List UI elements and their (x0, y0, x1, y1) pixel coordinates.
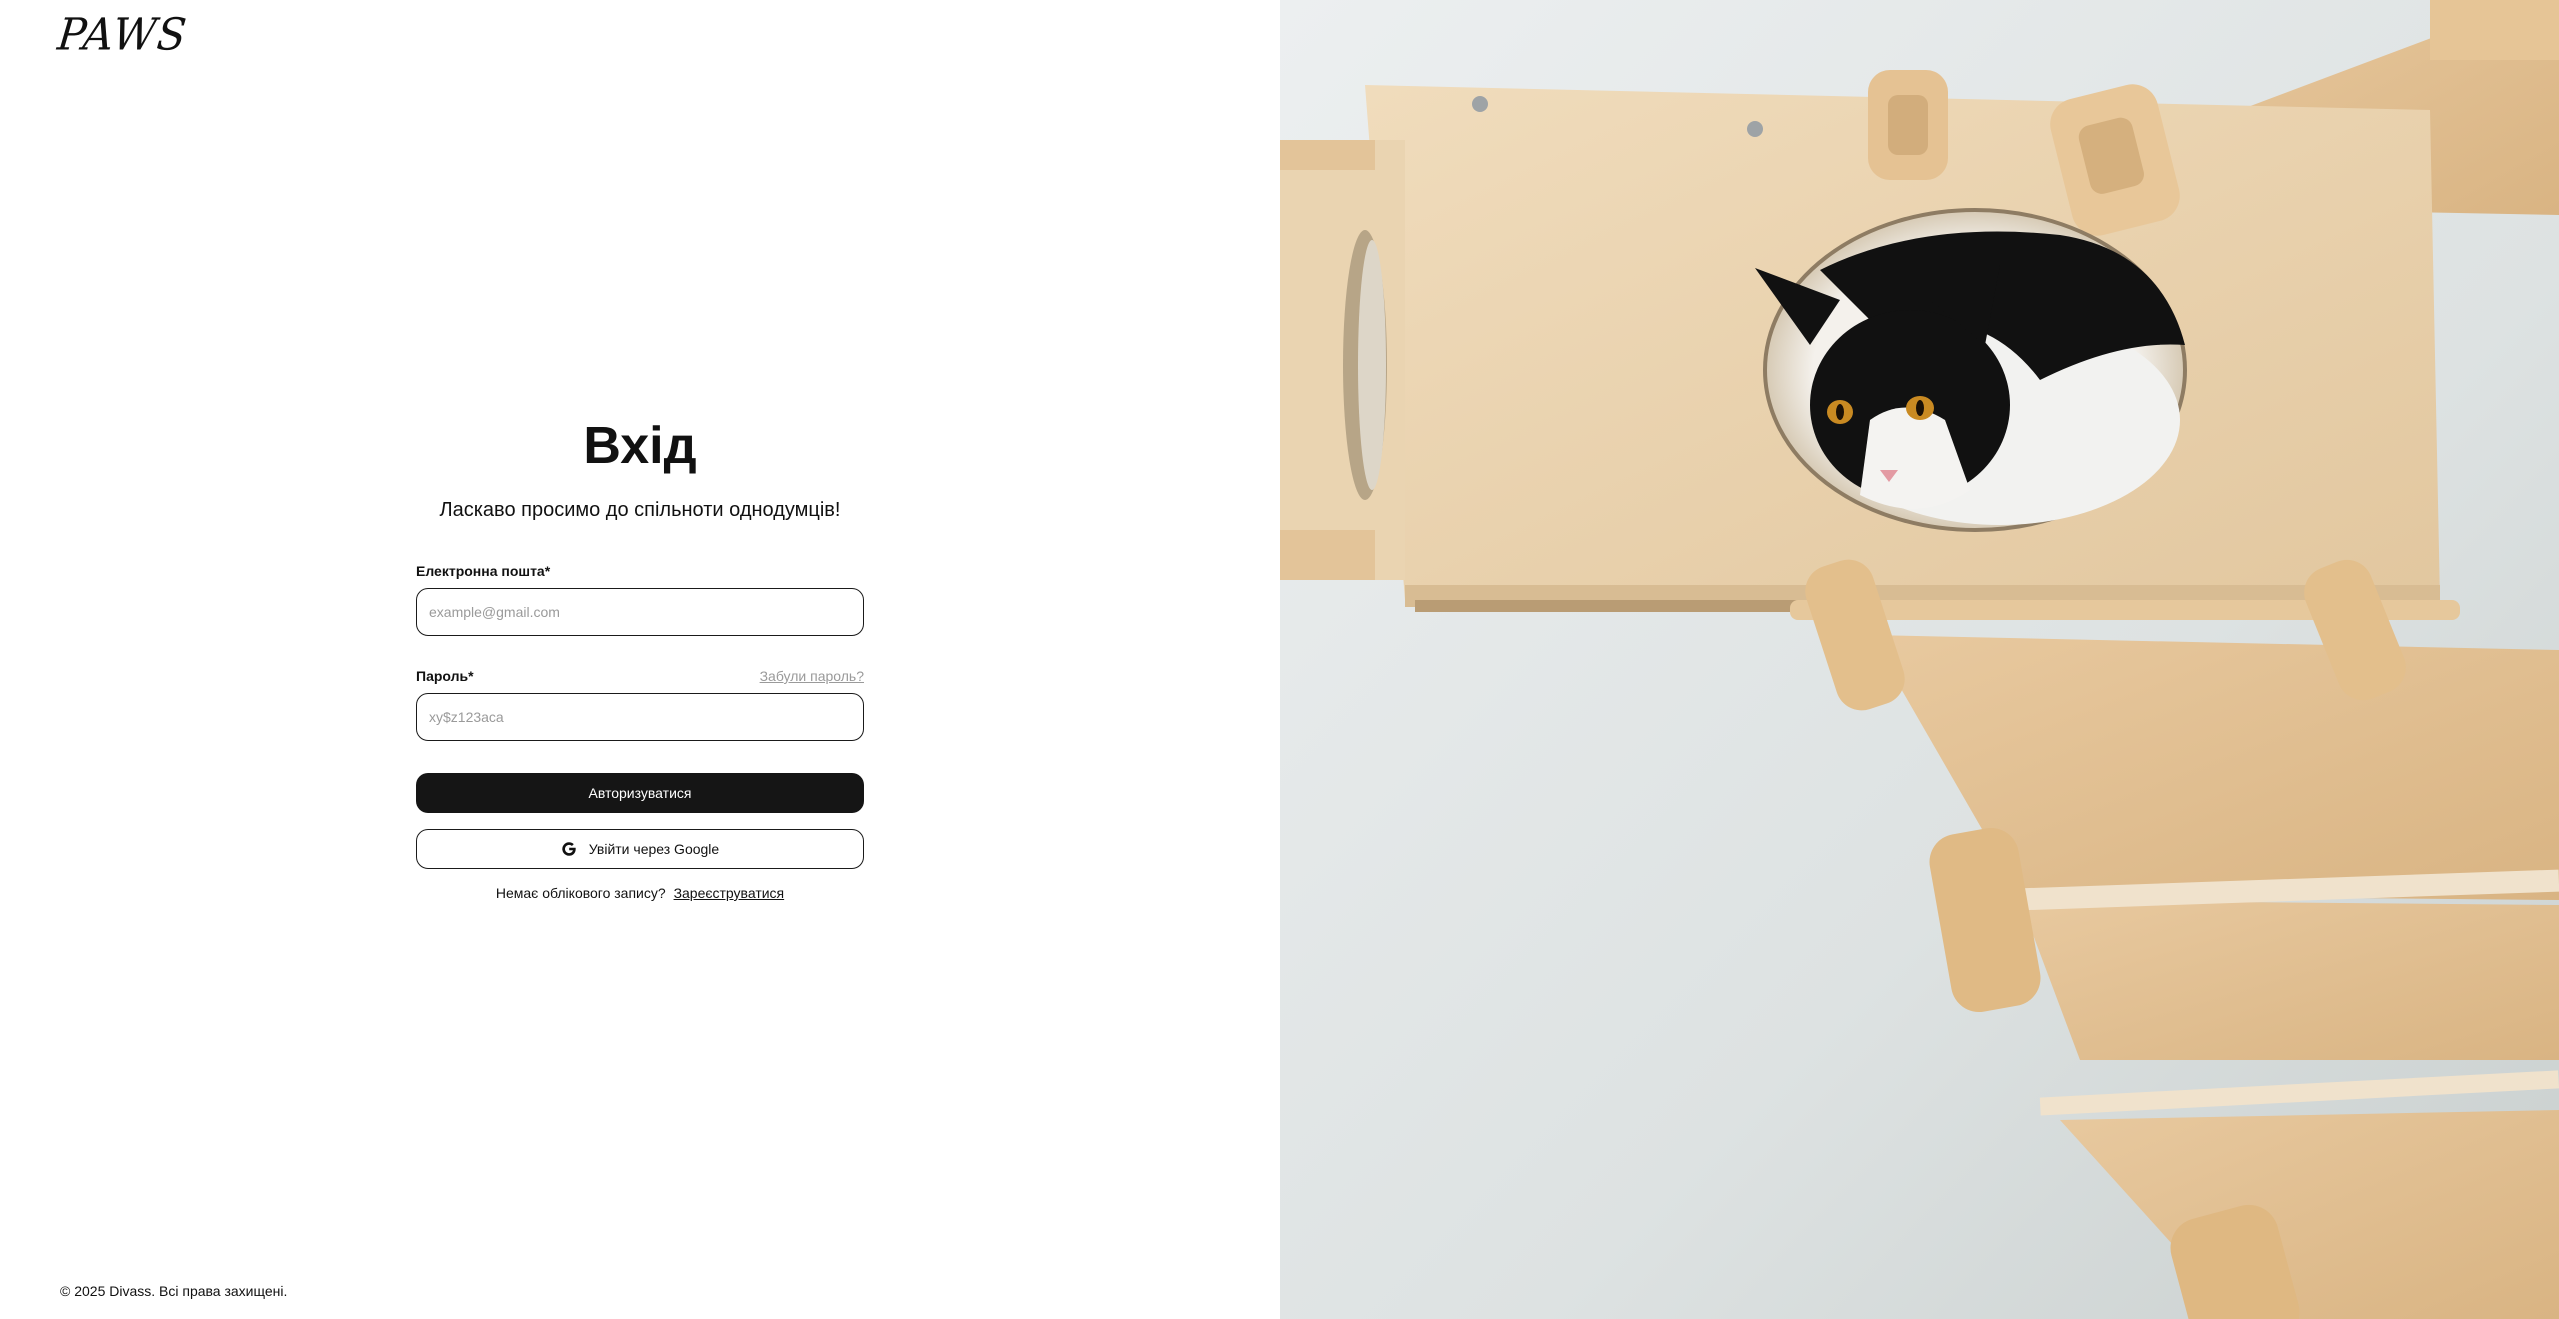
logo[interactable]: PAWS (55, 9, 189, 60)
email-field-group: Електронна пошта* (416, 561, 864, 636)
email-field[interactable] (416, 588, 864, 636)
login-page: PAWS Вхід Ласкаво просимо до спільноти о… (0, 0, 2559, 1319)
screw (1747, 121, 1763, 137)
login-panel: PAWS Вхід Ласкаво просимо до спільноти о… (0, 0, 1280, 1319)
login-form: Вхід Ласкаво просимо до спільноти одноду… (416, 415, 864, 901)
password-field-group: Пароль* Забули пароль? (416, 666, 864, 741)
forgot-password-link[interactable]: Забули пароль? (760, 668, 864, 684)
password-label: Пароль* (416, 668, 474, 684)
email-label: Електронна пошта* (416, 563, 551, 579)
page-subtitle: Ласкаво просимо до спільноти однодумців! (439, 499, 841, 521)
footer-copyright: © 2025 Divass. Всі права захищені. (60, 1283, 288, 1299)
password-field[interactable] (416, 693, 864, 741)
password-field-header: Пароль* Забули пароль? (416, 666, 864, 684)
upper-shelf-edge (2430, 0, 2559, 60)
google-login-label: Увійти через Google (588, 841, 720, 857)
page-title: Вхід (583, 417, 697, 475)
screw (1472, 96, 1488, 112)
signup-row: Немає облікового запису? Зареєструватися (416, 885, 864, 901)
register-link[interactable]: Зареєструватися (674, 885, 785, 901)
login-button[interactable]: Авторизуватися (416, 773, 864, 813)
no-account-text: Немає облікового запису? (495, 885, 666, 901)
cat-photo (1280, 0, 2559, 1319)
google-login-button[interactable]: Увійти через Google (416, 829, 864, 869)
google-g-icon (562, 842, 576, 856)
hero-image (1280, 0, 2559, 1319)
login-button-label: Авторизуватися (588, 785, 692, 801)
email-field-header: Електронна пошта* (416, 561, 864, 579)
